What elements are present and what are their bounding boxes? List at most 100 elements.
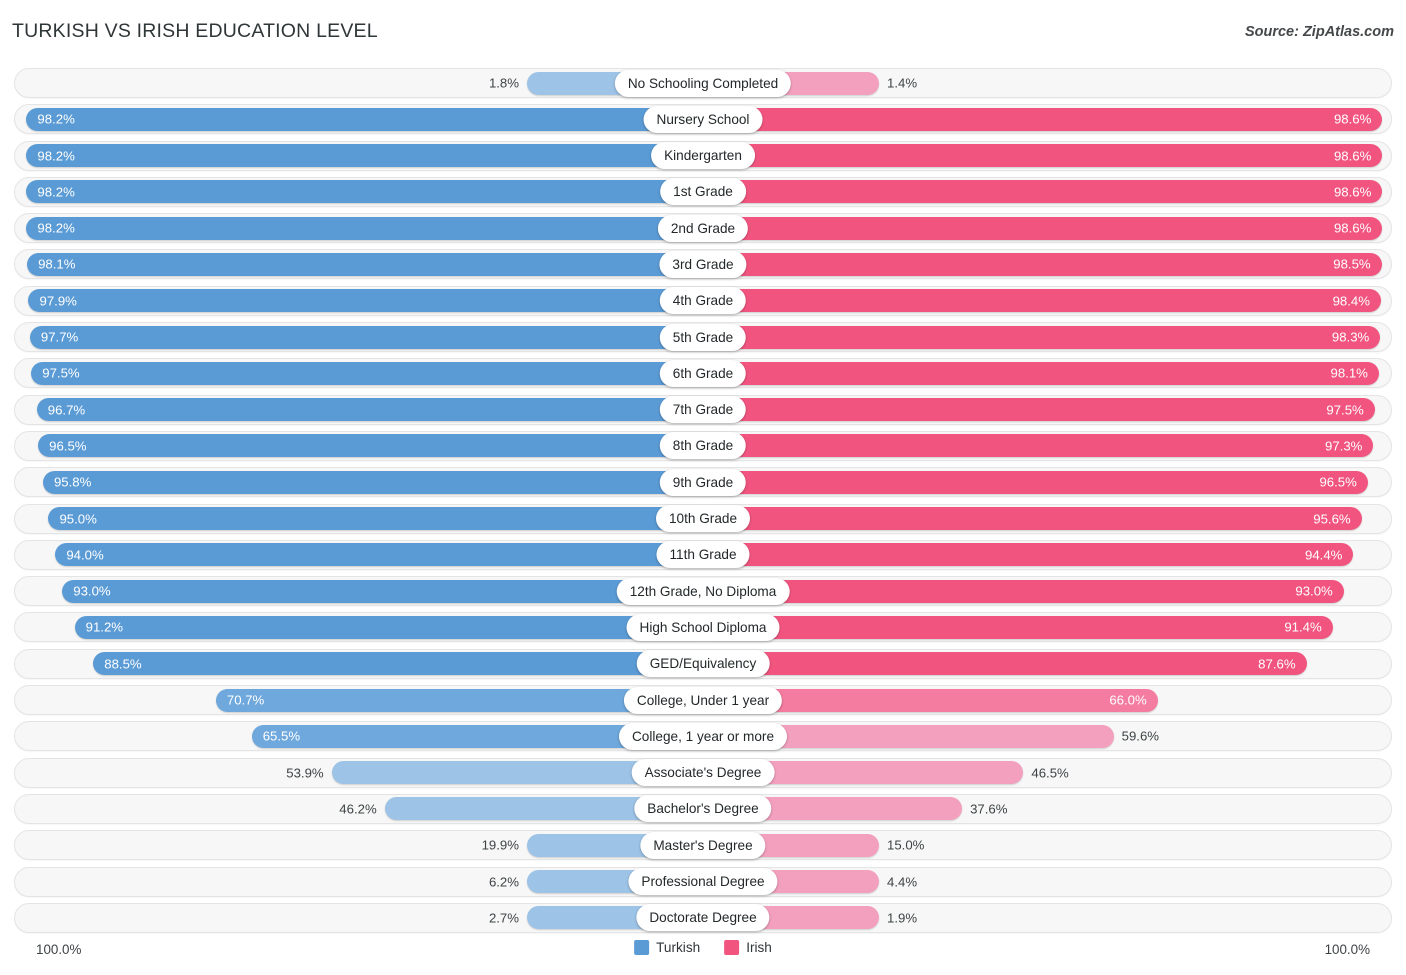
bar-turkish: 97.9% — [28, 289, 703, 313]
bar-rows-container: 1.8% 1.4% No Schooling Completed 98.2% 98.6%… — [0, 66, 1406, 937]
category-label: Associate's Degree — [631, 759, 775, 787]
value-label-turkish: 96.7% — [47, 402, 86, 418]
bar-row: 70.7% 66.0% College, Under 1 year — [0, 683, 1406, 719]
axis-label-left: 100.0% — [36, 942, 82, 957]
value-label-irish: 46.5% — [1031, 765, 1069, 781]
value-label-irish: 95.6% — [1313, 510, 1351, 526]
value-label-turkish: 97.5% — [42, 365, 80, 381]
bar-row: 6.2% 4.4% Professional Degree — [0, 865, 1406, 901]
bar-row: 93.0% 93.0% 12th Grade, No Diploma — [0, 574, 1406, 610]
value-label-turkish: 19.9% — [481, 837, 519, 853]
bar-irish: 94.4% — [703, 543, 1354, 567]
bar-turkish: 93.0% — [62, 579, 703, 603]
bar-irish: 98.3% — [703, 325, 1381, 349]
bar-row: 98.2% 98.6% 1st Grade — [0, 175, 1406, 211]
legend-item-irish[interactable]: Irish — [724, 940, 772, 955]
legend-swatch-turkish — [634, 940, 650, 955]
bar-turkish: 98.2% — [26, 144, 703, 168]
category-label: No Schooling Completed — [614, 69, 792, 97]
bar-turkish: 97.5% — [31, 361, 703, 385]
bar-row: 2.7% 1.9% Doctorate Degree — [0, 901, 1406, 937]
category-label: High School Diploma — [626, 613, 780, 641]
bar-turkish: 98.2% — [26, 216, 703, 240]
bar-row: 19.9% 15.0% Master's Degree — [0, 828, 1406, 864]
value-label-turkish: 53.9% — [286, 765, 324, 781]
bar-turkish: 97.7% — [29, 325, 703, 349]
value-label-irish: 91.4% — [1284, 619, 1322, 635]
value-label-turkish: 2.7% — [488, 910, 519, 926]
category-label: 12th Grade, No Diploma — [616, 577, 790, 605]
value-label-turkish: 95.0% — [59, 510, 97, 526]
source-attribution: Source: ZipAtlas.com — [1244, 24, 1394, 40]
chart-root: TURKISH VS IRISH EDUCATION LEVEL Source:… — [0, 0, 1406, 975]
bar-row: 1.8% 1.4% No Schooling Completed — [0, 66, 1406, 102]
bar-irish: 98.1% — [703, 361, 1379, 385]
value-label-turkish: 98.1% — [38, 256, 76, 272]
bar-irish: 98.6% — [703, 216, 1383, 240]
value-label-turkish: 97.9% — [39, 293, 77, 309]
category-label: 9th Grade — [659, 468, 747, 496]
value-label-turkish: 91.2% — [85, 619, 124, 635]
category-label: Bachelor's Degree — [634, 795, 772, 823]
value-label-turkish: 95.8% — [53, 474, 92, 490]
category-label: Nursery School — [643, 105, 763, 133]
value-label-turkish: 6.2% — [488, 873, 519, 889]
chart-footer: 100.0% Turkish Irish 100.0% — [0, 938, 1406, 970]
bar-row: 91.2% 91.4% High School Diploma — [0, 610, 1406, 646]
page-title: TURKISH VS IRISH EDUCATION LEVEL — [12, 20, 378, 42]
bar-irish: 98.6% — [703, 107, 1383, 131]
value-label-turkish: 46.2% — [339, 801, 377, 817]
value-label-turkish: 98.2% — [37, 220, 75, 236]
value-label-irish: 96.5% — [1319, 474, 1357, 490]
bar-irish: 98.5% — [703, 252, 1382, 276]
value-label-turkish: 88.5% — [104, 656, 142, 672]
value-label-irish: 98.1% — [1330, 365, 1368, 381]
category-label: 5th Grade — [659, 323, 747, 351]
category-label: GED/Equivalency — [636, 650, 770, 678]
bar-irish: 97.3% — [703, 434, 1374, 458]
bar-irish: 98.4% — [703, 289, 1381, 313]
bar-irish: 93.0% — [703, 579, 1344, 603]
bar-turkish: 88.5% — [93, 652, 703, 676]
bar-irish: 97.5% — [703, 398, 1375, 422]
bar-row: 95.0% 95.6% 10th Grade — [0, 502, 1406, 538]
value-label-turkish: 98.2% — [37, 147, 75, 163]
bar-turkish: 96.5% — [38, 434, 703, 458]
value-label-irish: 4.4% — [887, 873, 918, 889]
value-label-irish: 97.5% — [1326, 402, 1364, 418]
bar-irish: 91.4% — [703, 615, 1333, 639]
value-label-turkish: 1.8% — [488, 75, 519, 91]
bar-row: 98.2% 98.6% Nursery School — [0, 102, 1406, 138]
category-label: Master's Degree — [640, 831, 766, 859]
value-label-turkish: 65.5% — [262, 728, 301, 744]
legend-label: Turkish — [656, 940, 701, 955]
chart-header: TURKISH VS IRISH EDUCATION LEVEL Source:… — [0, 0, 1406, 56]
bar-row: 97.7% 98.3% 5th Grade — [0, 320, 1406, 356]
axis-label-right: 100.0% — [1324, 942, 1370, 957]
legend-item-turkish[interactable]: Turkish — [634, 940, 700, 955]
value-label-irish: 15.0% — [887, 837, 925, 853]
value-label-turkish: 96.5% — [49, 438, 87, 454]
value-label-irish: 66.0% — [1109, 692, 1147, 708]
bar-row: 95.8% 96.5% 9th Grade — [0, 465, 1406, 501]
category-label: 2nd Grade — [657, 214, 749, 242]
bar-irish: 98.6% — [703, 144, 1383, 168]
bar-row: 88.5% 87.6% GED/Equivalency — [0, 647, 1406, 683]
value-label-irish: 98.6% — [1333, 184, 1372, 200]
category-label: College, 1 year or more — [618, 722, 788, 750]
bar-turkish: 95.8% — [42, 470, 703, 494]
value-label-turkish: 98.2% — [37, 111, 75, 127]
bar-turkish: 94.0% — [55, 543, 703, 567]
bar-turkish: 96.7% — [36, 398, 703, 422]
bar-row: 98.2% 98.6% 2nd Grade — [0, 211, 1406, 247]
value-label-irish: 98.6% — [1333, 220, 1372, 236]
bar-row: 98.2% 98.6% Kindergarten — [0, 139, 1406, 175]
value-label-irish: 87.6% — [1258, 656, 1296, 672]
value-label-irish: 98.5% — [1333, 256, 1371, 272]
value-label-irish: 93.0% — [1295, 583, 1333, 599]
bar-irish: 96.5% — [703, 470, 1368, 494]
value-label-turkish: 98.2% — [37, 184, 75, 200]
category-label: Doctorate Degree — [636, 904, 770, 932]
value-label-irish: 98.4% — [1332, 293, 1370, 309]
value-label-irish: 97.3% — [1324, 438, 1363, 454]
